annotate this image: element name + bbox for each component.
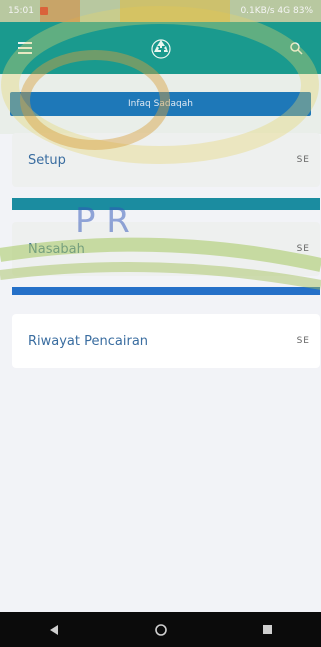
notification-icon (39, 7, 48, 15)
recents-square-icon[interactable] (248, 612, 288, 647)
hero-banner-text: Infaq Sadaqah (127, 99, 193, 109)
system-nav-bar (0, 612, 321, 647)
hero-banner: Infaq Sadaqah (10, 92, 311, 116)
recycle-icon (148, 35, 174, 61)
menu-item-setup[interactable]: Setup SE (12, 133, 320, 187)
status-indicators: 0.1KB/s 4G 83% (240, 6, 313, 16)
search-icon[interactable] (283, 35, 309, 61)
menu-item-label: Nasabah (28, 241, 85, 257)
menu-icon[interactable] (12, 35, 38, 61)
blue-stripe (12, 287, 320, 295)
back-triangle-icon[interactable] (34, 612, 74, 647)
menu-item-label: Riwayat Pencairan (28, 333, 149, 349)
home-circle-icon[interactable] (141, 612, 181, 647)
menu-item-badge: SE (296, 155, 310, 165)
menu-item-nasabah[interactable]: Nasabah SE (12, 222, 320, 276)
menu-item-riwayat-pencairan[interactable]: Riwayat Pencairan SE (12, 314, 320, 368)
menu-item-label: Setup (28, 152, 66, 168)
app-bar (0, 22, 321, 74)
teal-stripe (12, 198, 320, 210)
menu-item-badge: SE (296, 244, 310, 254)
status-bar: 15:01 0.1KB/s 4G 83% (0, 0, 321, 22)
status-time: 15:01 (8, 6, 34, 16)
menu-item-badge: SE (296, 336, 310, 346)
